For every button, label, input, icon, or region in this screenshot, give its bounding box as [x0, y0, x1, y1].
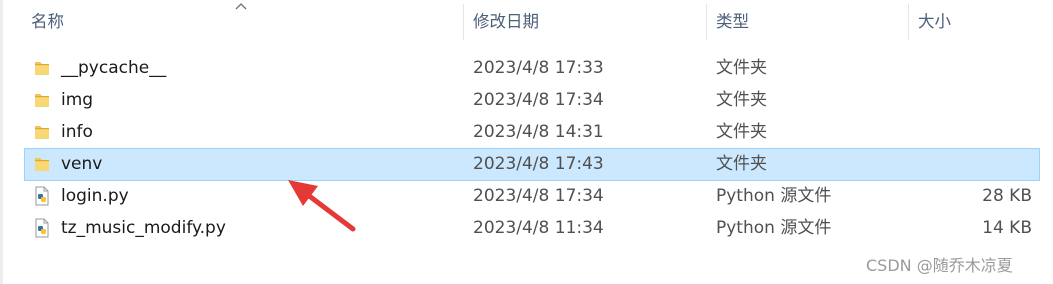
file-name: img: [61, 90, 94, 110]
sort-up-caret-icon: [235, 2, 247, 12]
file-row-venv[interactable]: venv 2023/4/8 17:43 文件夹: [24, 148, 1040, 181]
file-size: 28 KB: [982, 186, 1032, 206]
file-name: venv: [61, 154, 103, 174]
watermark: CSDN @随乔木凉夏: [866, 256, 1013, 275]
file-modified: 2023/4/8 11:34: [473, 218, 604, 238]
file-type: Python 源文件: [716, 218, 832, 238]
file-name: __pycache__: [61, 58, 167, 78]
column-separator[interactable]: [908, 4, 909, 40]
file-name: tz_music_modify.py: [61, 218, 226, 238]
file-type: 文件夹: [716, 154, 767, 174]
file-modified: 2023/4/8 17:34: [473, 186, 604, 206]
file-size: [924, 53, 1032, 84]
file-size: [924, 117, 1032, 148]
file-type: 文件夹: [716, 58, 767, 78]
file-type: 文件夹: [716, 90, 767, 110]
file-modified: 2023/4/8 17:43: [473, 154, 604, 174]
file-name: info: [61, 122, 93, 142]
file-modified: 2023/4/8 17:33: [473, 58, 604, 78]
file-row-img[interactable]: img 2023/4/8 17:34 文件夹: [24, 85, 1040, 116]
file-size: [924, 149, 1032, 180]
python-file-icon: [32, 186, 52, 206]
folder-icon: [32, 122, 52, 142]
file-name: login.py: [61, 186, 129, 206]
file-type: Python 源文件: [716, 186, 832, 206]
file-modified: 2023/4/8 14:31: [473, 122, 604, 142]
file-modified: 2023/4/8 17:34: [473, 90, 604, 110]
column-header-type[interactable]: 类型: [716, 0, 906, 44]
file-size: [924, 85, 1032, 116]
column-header-modified[interactable]: 修改日期: [473, 0, 703, 44]
folder-icon: [32, 90, 52, 110]
folder-icon: [32, 154, 52, 174]
file-row-login-py[interactable]: login.py 2023/4/8 17:34 Python 源文件 28 KB: [24, 181, 1040, 212]
python-file-icon: [32, 218, 52, 238]
file-row-tz-music-modify-py[interactable]: tz_music_modify.py 2023/4/8 11:34 Python…: [24, 213, 1040, 244]
file-row-pycache[interactable]: __pycache__ 2023/4/8 17:33 文件夹: [24, 53, 1040, 84]
column-separator[interactable]: [463, 4, 464, 40]
column-separator[interactable]: [706, 4, 707, 40]
file-size: 14 KB: [982, 218, 1032, 238]
column-header-size[interactable]: 大小: [918, 0, 1038, 44]
file-row-info[interactable]: info 2023/4/8 14:31 文件夹: [24, 117, 1040, 148]
column-header-row: 名称 修改日期 类型 大小: [0, 0, 1053, 44]
file-type: 文件夹: [716, 122, 767, 142]
folder-icon: [32, 58, 52, 78]
